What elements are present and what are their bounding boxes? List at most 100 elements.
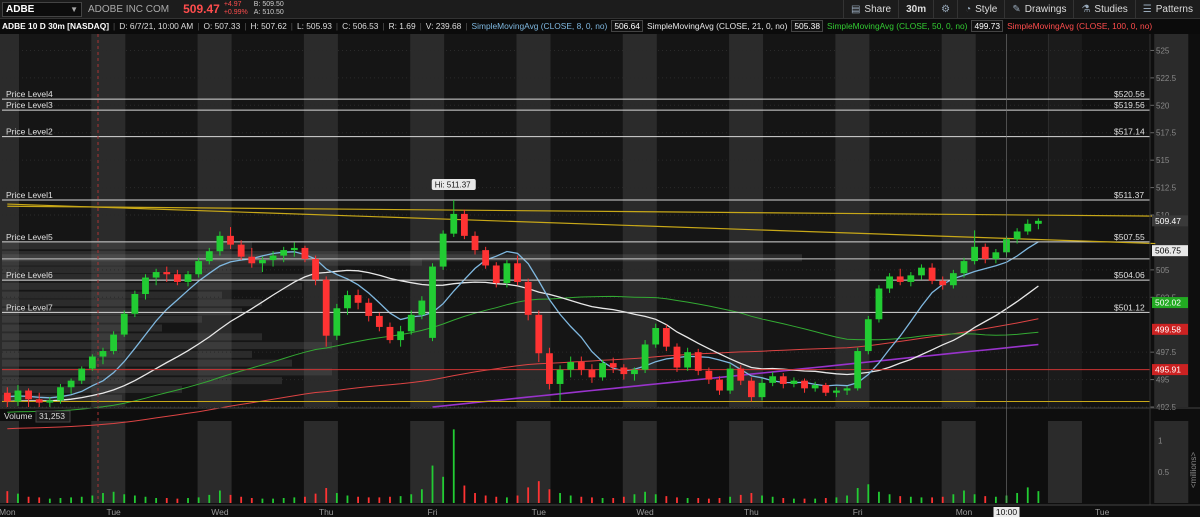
candle-up bbox=[195, 261, 203, 275]
drawings-button[interactable]: ✎ Drawings bbox=[1004, 0, 1073, 18]
candle-up bbox=[205, 251, 213, 262]
patterns-button[interactable]: ☰ Patterns bbox=[1134, 0, 1200, 18]
sma21-value: 505.38 bbox=[791, 19, 823, 32]
volume-bar bbox=[208, 494, 211, 503]
volume-profile-poc bbox=[2, 254, 802, 262]
volume-bar bbox=[304, 496, 306, 503]
volume-bar bbox=[633, 494, 636, 503]
bar-high: H: 507.62 bbox=[250, 20, 287, 31]
candle-up bbox=[142, 277, 149, 295]
volume-bar bbox=[527, 487, 530, 503]
sma8-study-label[interactable]: SimpleMovingAvg (CLOSE, 8, 0, no) bbox=[472, 21, 608, 31]
price-level-name: Price Level2 bbox=[6, 127, 53, 137]
candle-down bbox=[801, 380, 808, 389]
company-name: ADOBE INC COM bbox=[88, 3, 170, 15]
symbol-text: ADBE bbox=[6, 3, 35, 15]
candle-down bbox=[694, 352, 702, 371]
price-marker-label: 495.91 bbox=[1155, 365, 1181, 375]
candle-up bbox=[1013, 231, 1021, 240]
candle-up bbox=[992, 252, 1000, 259]
volume-bar bbox=[676, 497, 678, 503]
price-level-value: $511.37 bbox=[1114, 190, 1144, 200]
candle-up bbox=[758, 382, 766, 398]
volume-bar bbox=[803, 498, 806, 503]
chevron-down-icon: ▼ bbox=[70, 4, 78, 14]
volume-label: Volume bbox=[4, 411, 33, 421]
candle-down bbox=[173, 274, 181, 282]
volume-bar bbox=[27, 496, 30, 503]
settings-button[interactable]: ⚙ bbox=[933, 0, 957, 18]
volume-bar bbox=[1026, 487, 1029, 503]
volume-bar bbox=[697, 498, 700, 503]
change-percent: +0.99% bbox=[223, 9, 248, 16]
crosshair-time-label: 10:00 bbox=[996, 507, 1018, 517]
volume-bar bbox=[835, 497, 838, 503]
candle-down bbox=[248, 256, 256, 264]
volume-bar bbox=[654, 494, 657, 503]
candle-up bbox=[290, 247, 298, 251]
symbol-selector[interactable]: ADBE ▼ bbox=[2, 1, 82, 17]
x-tick-label: Thu bbox=[744, 507, 759, 517]
studies-button[interactable]: ⚗ Studies bbox=[1073, 0, 1134, 18]
separator: | bbox=[335, 20, 339, 31]
candle-up bbox=[949, 273, 957, 286]
share-button[interactable]: ▤ Share bbox=[842, 0, 898, 18]
volume-bar bbox=[750, 493, 753, 503]
candle-up bbox=[269, 255, 277, 260]
style-button[interactable]: ◔ Style bbox=[957, 0, 1004, 18]
y-tick-label: 522.5 bbox=[1156, 74, 1177, 83]
sma21-study-label[interactable]: SimpleMovingAvg (CLOSE, 21, 0, no) bbox=[647, 21, 787, 31]
volume-pane-bg bbox=[0, 408, 1200, 517]
candle-down bbox=[588, 369, 596, 378]
extended-hours-band bbox=[622, 34, 657, 407]
chart-canvas[interactable]: Price Level4 $520.56 Price Level3 $519.56 Pr… bbox=[0, 0, 1200, 517]
candle-up bbox=[418, 300, 426, 315]
volume-bar bbox=[272, 498, 274, 503]
separator: | bbox=[382, 20, 385, 31]
candle-up bbox=[769, 376, 777, 383]
volume-bar bbox=[420, 489, 423, 503]
gear-icon: ⚙ bbox=[941, 3, 951, 15]
candle-down bbox=[312, 258, 319, 280]
high-label-text: Hi: 511.37 bbox=[435, 180, 471, 189]
y-tick-label: 520 bbox=[1156, 101, 1170, 110]
volume-bar bbox=[793, 498, 795, 503]
candle-up bbox=[875, 288, 883, 320]
volume-y-tick-label: 1 bbox=[1158, 437, 1163, 446]
candle-up bbox=[110, 334, 118, 352]
x-tick-label: Tue bbox=[106, 507, 121, 517]
candle-down bbox=[939, 280, 947, 286]
volume-bar bbox=[219, 490, 221, 503]
candle-up bbox=[971, 246, 979, 262]
price-level-value: $519.56 bbox=[1114, 100, 1145, 110]
x-tick-label: Mon bbox=[956, 507, 973, 517]
y-tick-label: 515 bbox=[1156, 156, 1170, 165]
extended-hours-band bbox=[410, 421, 445, 503]
candle-down bbox=[492, 265, 500, 284]
extended-hours-band bbox=[197, 421, 232, 503]
style-label: Style bbox=[975, 3, 998, 15]
toolbar: ADBE ▼ ADOBE INC COM 509.47 +4.97 +0.99%… bbox=[0, 0, 1200, 19]
candle-up bbox=[439, 233, 447, 267]
volume-bar bbox=[973, 494, 976, 503]
volume-profile-bar bbox=[2, 242, 252, 250]
volume-bar bbox=[591, 497, 593, 503]
candle-down bbox=[301, 247, 309, 259]
extended-hours-band bbox=[1047, 421, 1082, 503]
candle-down bbox=[471, 235, 479, 251]
volume-bar bbox=[133, 495, 136, 503]
volume-bar bbox=[91, 495, 94, 503]
timeframe-button[interactable]: 30m bbox=[898, 0, 933, 18]
candle-up bbox=[57, 387, 64, 401]
sma100-study-label[interactable]: SimpleMovingAvg (CLOSE, 100, 0, no) bbox=[1007, 21, 1152, 31]
candle-up bbox=[120, 313, 128, 335]
candle-down bbox=[716, 379, 723, 391]
candle-up bbox=[886, 276, 893, 289]
volume-bar bbox=[59, 498, 62, 503]
volume-bar bbox=[686, 498, 689, 503]
price-level-value: $504.06 bbox=[1114, 270, 1145, 280]
sma50-study-label[interactable]: SimpleMovingAvg (CLOSE, 50, 0, no) bbox=[827, 21, 967, 31]
candle-up bbox=[450, 213, 458, 234]
volume-bar bbox=[952, 494, 955, 503]
volume-bar bbox=[580, 496, 583, 503]
